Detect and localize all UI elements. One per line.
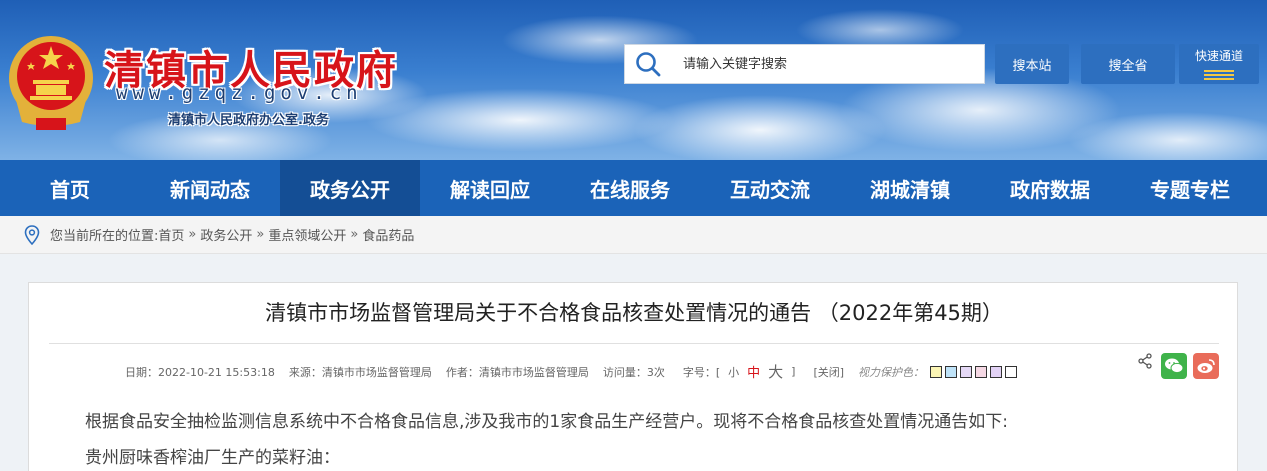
- color-swatch-button[interactable]: [990, 365, 1003, 378]
- search-icon[interactable]: [625, 45, 671, 83]
- nav-item-interpretation[interactable]: 解读回应: [420, 160, 560, 216]
- search-province-button[interactable]: 搜全省: [1081, 44, 1175, 84]
- eye-protect-label: 视力保护色：: [858, 365, 925, 379]
- site-domain: www.gzqz.gov.cn: [116, 82, 363, 104]
- share-icon[interactable]: [1137, 353, 1153, 369]
- nav-item-news[interactable]: 新闻动态: [140, 160, 280, 216]
- article-meta: 日期：2022-10-21 15:53:18 来源：清镇市市场监督管理局 作者：…: [125, 361, 1020, 382]
- header-banner: 清镇市人民政府 www.gzqz.gov.cn 清镇市人民政府办公室.政务 搜本…: [0, 0, 1267, 160]
- meta-views: 访问量：3次: [602, 365, 665, 379]
- breadcrumb-prefix: 您当前所在的位置:: [50, 229, 159, 244]
- quick-nav-button[interactable]: 快速通道: [1179, 44, 1259, 84]
- nav-item-home[interactable]: 首页: [0, 160, 140, 216]
- search-input[interactable]: [671, 46, 984, 82]
- color-swatch-button[interactable]: [945, 365, 958, 378]
- weibo-share-icon[interactable]: [1193, 353, 1219, 379]
- meta-source: 来源：清镇市市场监督管理局: [288, 365, 432, 379]
- wechat-share-icon[interactable]: [1161, 353, 1187, 379]
- location-pin-icon: [24, 224, 40, 245]
- font-large-button[interactable]: 大: [768, 361, 783, 382]
- meta-author: 作者：清镇市市场监督管理局: [445, 365, 589, 379]
- search-box: [624, 44, 985, 84]
- font-size-label: 字号：[: [682, 365, 721, 379]
- title-divider: [49, 343, 1219, 344]
- font-small-button[interactable]: 小: [728, 364, 739, 380]
- nav-item-online-service[interactable]: 在线服务: [560, 160, 700, 216]
- close-page-button[interactable]: [关闭]: [813, 364, 844, 380]
- article-title: 清镇市市场监督管理局关于不合格食品核查处置情况的通告 （2022年第45期）: [265, 301, 1003, 325]
- breadcrumb-item-gov-affairs[interactable]: 政务公开: [200, 225, 252, 244]
- article-paragraph: 贵州厨味香榨油厂生产的菜籽油：: [85, 448, 340, 468]
- quick-nav-label: 快速通道: [1194, 48, 1243, 63]
- color-swatch-button[interactable]: [930, 365, 943, 378]
- menu-lines-icon: [1204, 68, 1234, 82]
- meta-date: 日期：2022-10-21 15:53:18: [125, 365, 275, 379]
- font-size-control: 字号：[ 小 中 大 ]: [679, 361, 800, 382]
- article-card: 清镇市市场监督管理局关于不合格食品核查处置情况的通告 （2022年第45期） 日…: [28, 282, 1238, 471]
- main-nav: 首页 新闻动态 政务公开 解读回应 在线服务 互动交流 湖城清镇 政府数据 专题…: [0, 160, 1267, 216]
- search-site-button[interactable]: 搜本站: [995, 44, 1069, 84]
- font-size-close-bracket: ]: [791, 365, 796, 378]
- nav-item-special[interactable]: 专题专栏: [1120, 160, 1260, 216]
- breadcrumb-item-food-drug[interactable]: 食品药品: [362, 225, 414, 244]
- breadcrumb-separator: »: [256, 227, 265, 242]
- breadcrumb-item-home[interactable]: 首页: [158, 225, 184, 244]
- nav-item-interaction[interactable]: 互动交流: [700, 160, 840, 216]
- color-swatches: [930, 365, 1020, 378]
- national-emblem-icon: [9, 36, 93, 130]
- color-swatch-button[interactable]: [960, 365, 973, 378]
- color-swatch-button[interactable]: [1005, 365, 1018, 378]
- nav-item-gov-data[interactable]: 政府数据: [980, 160, 1120, 216]
- article-paragraph: 根据食品安全抽检监测信息系统中不合格食品信息,涉及我市的1家食品生产经营户。现将…: [85, 412, 1008, 432]
- breadcrumb-item-key-areas[interactable]: 重点领域公开: [268, 225, 346, 244]
- nav-item-gov-affairs[interactable]: 政务公开: [280, 160, 420, 216]
- breadcrumb: 您当前所在的位置: 首页 » 政务公开 » 重点领域公开 » 食品药品: [0, 216, 1267, 254]
- breadcrumb-separator: »: [188, 227, 197, 242]
- color-swatch-button[interactable]: [975, 365, 988, 378]
- font-mid-button[interactable]: 中: [747, 362, 760, 381]
- site-subtitle: 清镇市人民政府办公室.政务: [168, 113, 329, 128]
- nav-item-city[interactable]: 湖城清镇: [840, 160, 980, 216]
- breadcrumb-separator: »: [350, 227, 359, 242]
